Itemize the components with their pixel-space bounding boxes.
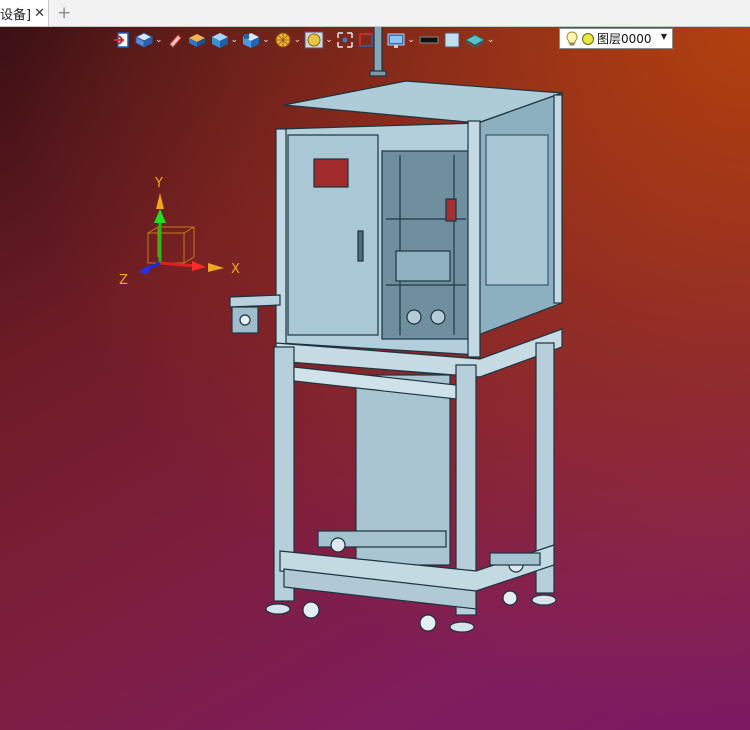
3d-viewport[interactable]: ⌄ ⌄ ⌄ ⌄ ⌄ ⌄ ⌄ 图层0000 ▼ Y X Z xyxy=(0,27,750,730)
layer-status-dot-icon xyxy=(582,32,594,45)
y-axis-tip-icon xyxy=(156,193,164,209)
z-axis-label: Z xyxy=(119,273,128,288)
machine-model[interactable] xyxy=(200,27,580,640)
z-axis-head-icon xyxy=(138,265,150,274)
view-orientation-icon[interactable]: ⌄ xyxy=(134,29,163,51)
eraser-icon[interactable] xyxy=(166,29,184,51)
tab-title: 设备] xyxy=(0,7,32,23)
chevron-down-icon: ⌄ xyxy=(155,34,163,45)
document-tab-bar: 设备] ✕ + xyxy=(0,0,750,27)
document-tab[interactable]: 设备] ✕ xyxy=(0,0,49,26)
y-axis-label: Y xyxy=(154,176,163,191)
x-axis-arrow xyxy=(159,261,197,268)
dropdown-arrow-icon[interactable]: ▼ xyxy=(661,32,667,41)
close-tab-icon[interactable]: ✕ xyxy=(34,6,45,21)
y-axis-head-icon xyxy=(154,209,166,223)
add-tab-icon[interactable]: + xyxy=(57,3,71,23)
layer-name: 图层0000 xyxy=(597,32,652,46)
triad-box xyxy=(147,226,195,264)
exit-view-icon[interactable] xyxy=(113,29,131,51)
